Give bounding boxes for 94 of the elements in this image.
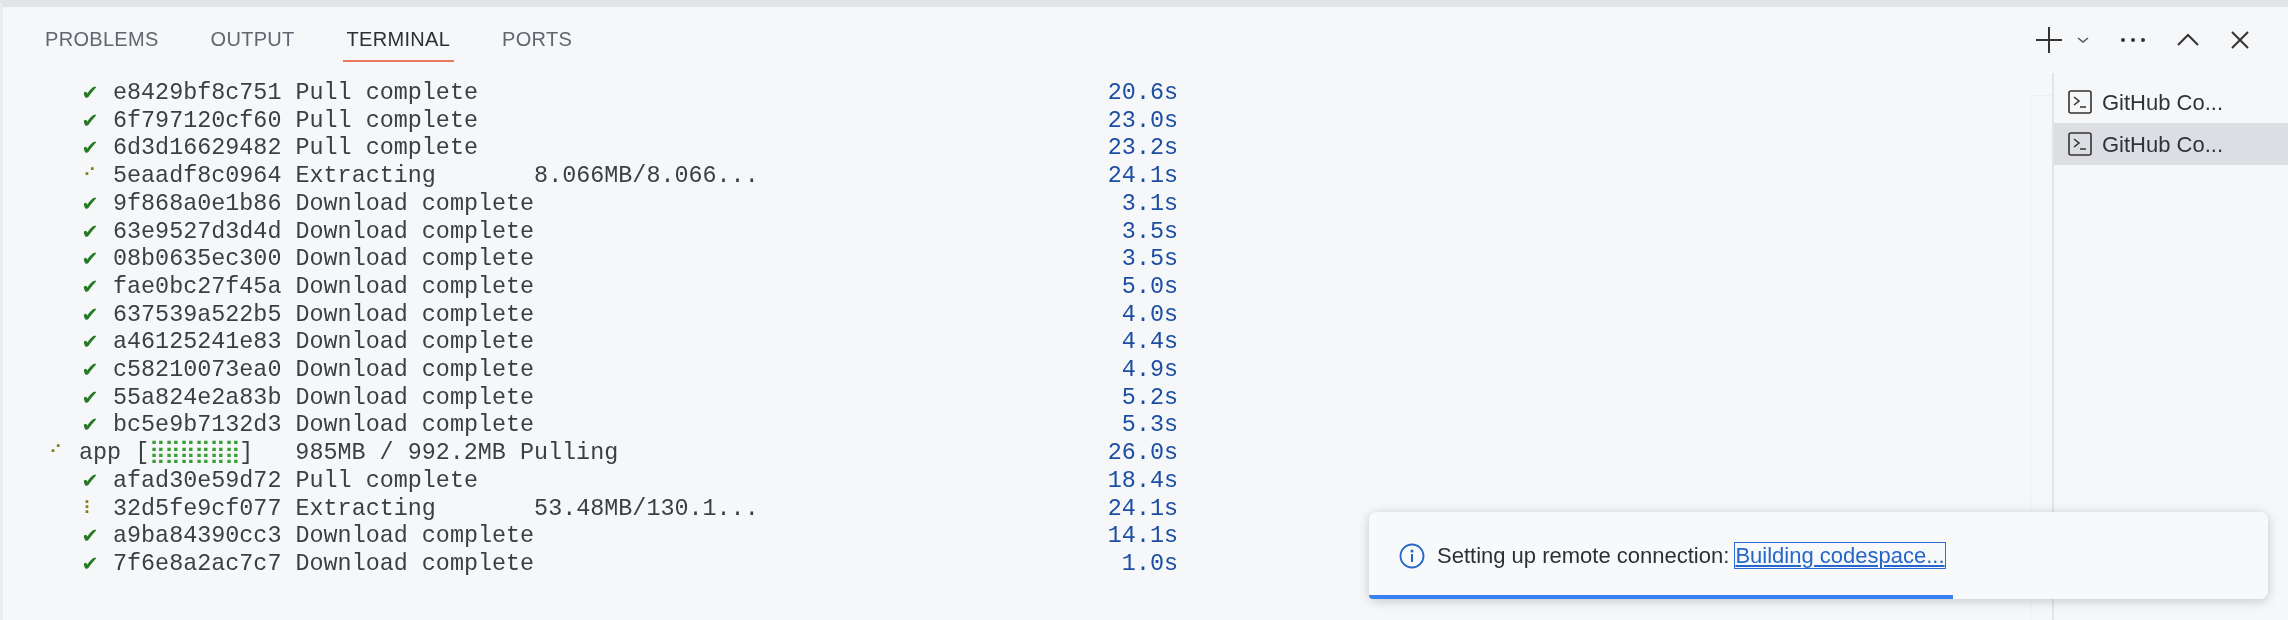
elapsed-time: 23.0s (1107, 107, 1178, 136)
layer-id: 55a824e2a83b (113, 384, 283, 413)
layer-id: afad30e59d72 (113, 467, 283, 496)
layer-id: 08b0635ec300 (113, 246, 283, 274)
ellipsis-icon (2120, 37, 2146, 43)
spinner-icon: ⠊ (49, 440, 79, 468)
elapsed-time: 20.6s (1107, 80, 1178, 108)
check-icon: ✔ (83, 218, 113, 247)
status-text: Download complete (295, 412, 535, 441)
panel-tab[interactable]: PORTS (498, 18, 577, 62)
check-icon: ✔ (83, 246, 113, 274)
progress-text: 53.48MB/130.1... (534, 495, 759, 524)
spinner-icon: ⠇ (83, 495, 113, 524)
check-icon: ✔ (83, 467, 113, 496)
status-text: Download complete (295, 384, 535, 413)
layer-id: 5eaadf8c0964 (113, 163, 283, 191)
notification-message: Setting up remote connection: Building codespace... (1437, 542, 1945, 570)
panel-tab[interactable]: PROBLEMS (41, 18, 163, 62)
plus-icon (2034, 25, 2064, 55)
check-icon: ✔ (83, 384, 113, 413)
status-text: Download complete (295, 218, 535, 247)
codespace-link[interactable]: Building codespace... (1735, 543, 1945, 568)
progress-text: 985MB / 992.2MB (294, 440, 506, 468)
status-text: Download complete (295, 523, 535, 551)
check-icon: ✔ (83, 550, 113, 579)
terminal-list-item[interactable]: GitHub Co... (2054, 81, 2288, 123)
elapsed-time: 14.1s (1107, 523, 1178, 551)
check-icon: ✔ (83, 329, 113, 358)
check-icon: ✔ (83, 301, 113, 330)
terminal-icon (2068, 90, 2092, 114)
check-icon: ✔ (83, 80, 113, 108)
status-text: Download complete (295, 273, 535, 302)
elapsed-time: 4.0s (1121, 301, 1178, 330)
layer-id: a9ba84390cc3 (113, 523, 283, 551)
layer-id: 9f868a0e1b86 (113, 190, 283, 219)
status-text: Download complete (295, 357, 535, 385)
check-icon: ✔ (83, 107, 113, 136)
status-text: Pulling (518, 440, 619, 468)
check-icon: ✔ (83, 190, 113, 219)
panel-tab[interactable]: OUTPUT (206, 18, 299, 62)
elapsed-time: 5.0s (1121, 273, 1178, 302)
status-text: Download complete (295, 329, 535, 358)
elapsed-time: 4.4s (1121, 329, 1178, 358)
elapsed-time: 3.5s (1121, 218, 1178, 247)
layer-id: a46125241e83 (113, 329, 283, 358)
status-text: Download complete (295, 246, 535, 274)
panel-tab[interactable]: TERMINAL (342, 18, 455, 62)
layer-id: 6d3d16629482 (113, 135, 283, 164)
check-icon: ✔ (83, 357, 113, 385)
elapsed-time: 1.0s (1121, 550, 1178, 579)
layer-id: 6f797120cf60 (113, 107, 283, 136)
progress-text: 8.066MB/8.066... (534, 163, 759, 191)
elapsed-time: 3.1s (1121, 190, 1178, 219)
layer-id: c58210073ea0 (113, 357, 283, 385)
elapsed-time: 23.2s (1107, 135, 1178, 164)
elapsed-time: 3.5s (1121, 246, 1178, 274)
terminal-list-item[interactable]: GitHub Co... (2054, 123, 2288, 165)
elapsed-time: 5.3s (1121, 412, 1178, 441)
layer-id: 32d5fe9cf077 (113, 495, 283, 524)
status-text: Pull complete (295, 80, 478, 108)
chevron-down-icon (2076, 35, 2090, 45)
info-icon (1399, 542, 1425, 569)
status-text: Pull complete (295, 107, 478, 136)
chevron-up-icon (2176, 33, 2200, 47)
braille-progress-text: ⣿⣿⣿⣿⣿⣿ (149, 440, 240, 468)
layer-id: fae0bc27f45a (113, 273, 283, 302)
status-text: Pull complete (295, 467, 478, 496)
status-text: Download complete (295, 550, 535, 579)
status-text: Download complete (295, 301, 535, 330)
layer-id: e8429bf8c751 (113, 80, 283, 108)
check-icon: ✔ (83, 412, 113, 441)
status-text: Extracting (295, 495, 437, 524)
layer-id: 7f6e8a2ac7c7 (113, 550, 283, 579)
layer-id: 637539a522b5 (113, 301, 283, 330)
elapsed-time: 24.1s (1107, 495, 1178, 524)
layer-id: bc5e9b7132d3 (113, 412, 283, 440)
status-text: Download complete (295, 190, 535, 219)
elapsed-time: 5.2s (1121, 384, 1178, 413)
bracket: [ (135, 440, 150, 468)
elapsed-time: 26.0s (1107, 440, 1178, 468)
image-name: app (79, 440, 123, 468)
spinner-icon: ⠊ (83, 163, 113, 191)
bracket: ] (239, 440, 254, 468)
check-icon: ✔ (83, 273, 113, 302)
status-text: Extracting (295, 163, 437, 191)
elapsed-time: 4.9s (1121, 357, 1178, 385)
terminal-icon (2068, 132, 2092, 156)
elapsed-time: 24.1s (1107, 163, 1178, 191)
elapsed-time: 18.4s (1107, 467, 1178, 496)
layer-id: 63e9527d3d4d (113, 218, 283, 247)
status-text: Pull complete (295, 135, 478, 164)
check-icon: ✔ (83, 523, 113, 551)
check-icon: ✔ (83, 135, 113, 164)
close-icon (2230, 30, 2250, 50)
